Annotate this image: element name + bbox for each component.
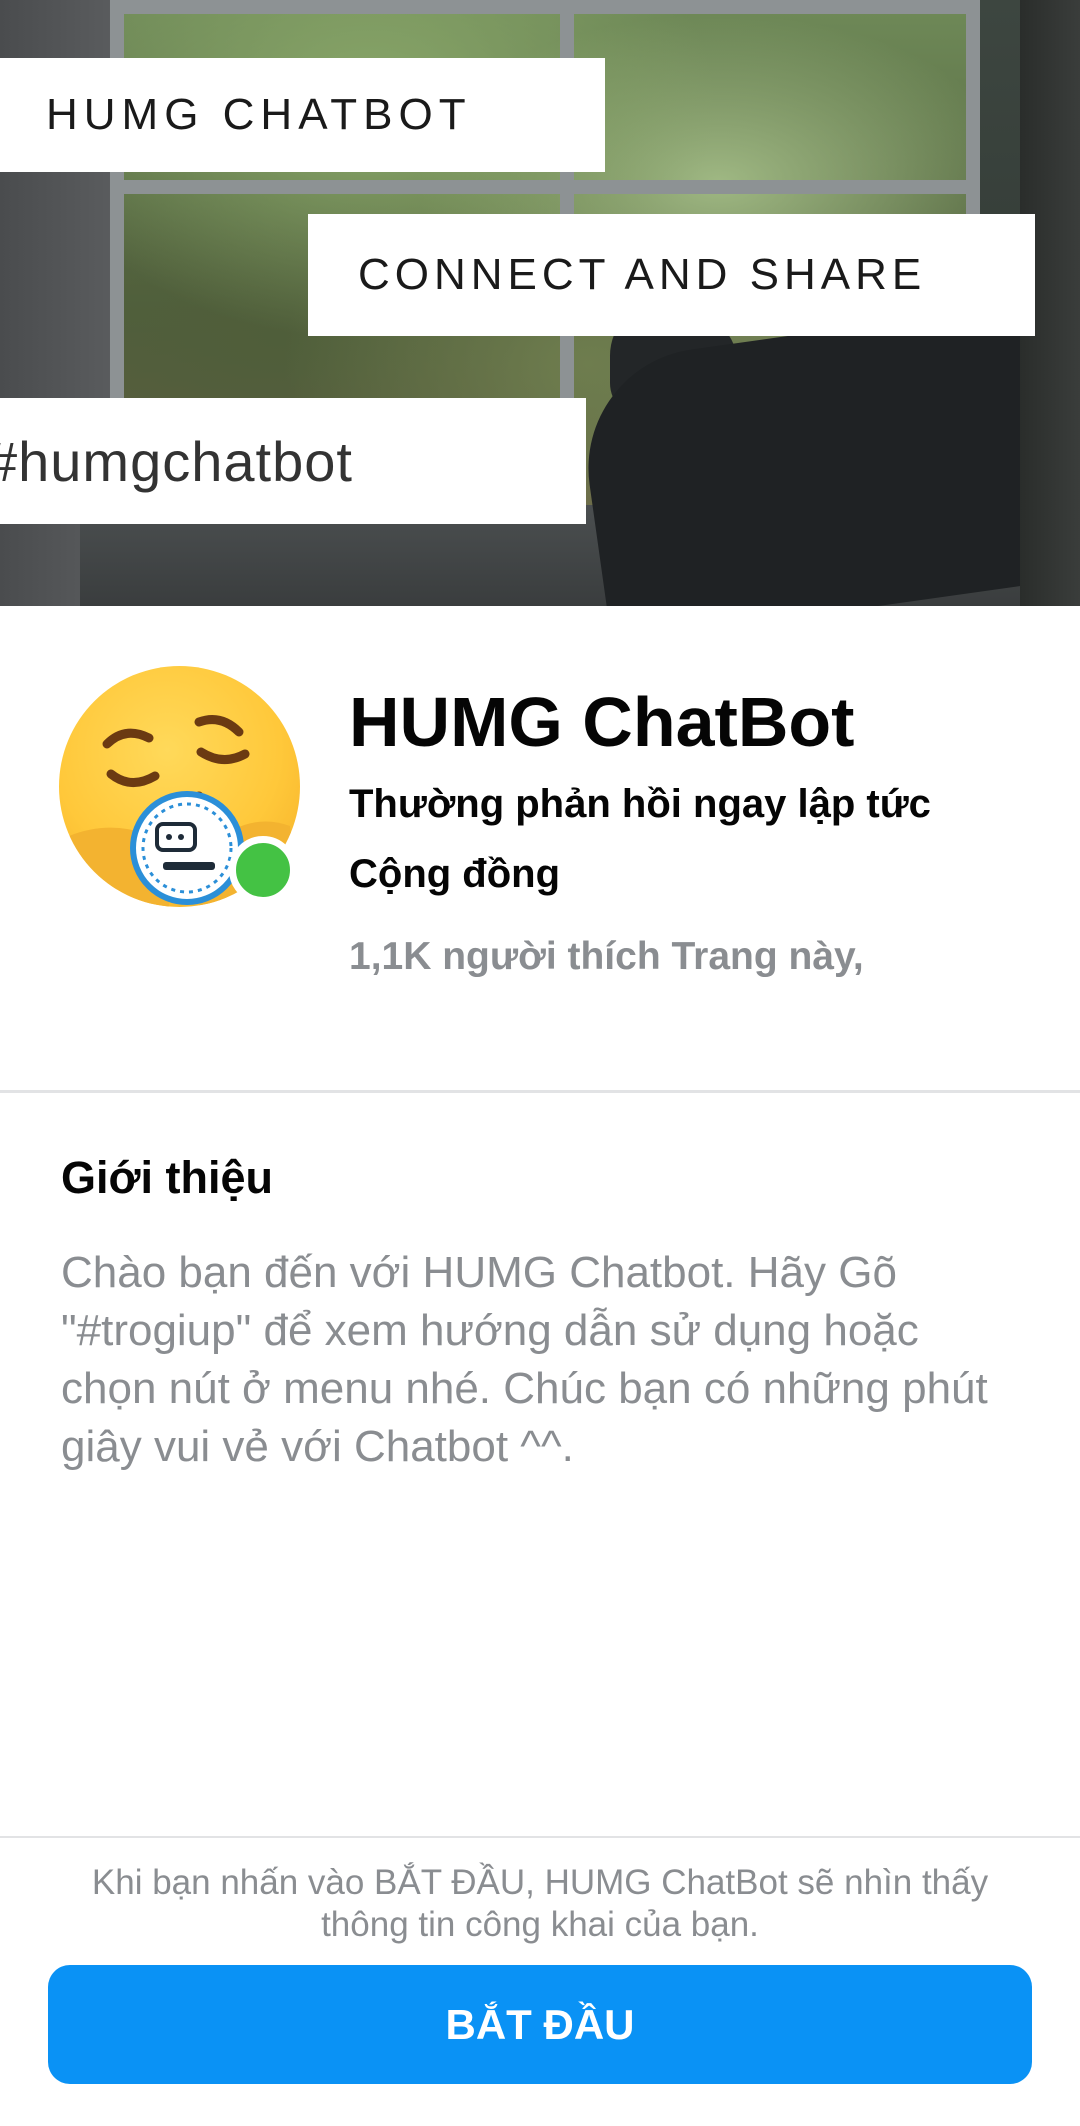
about-heading: Giới thiệu <box>61 1152 273 1203</box>
cover-title-text: HUMG CHATBOT <box>46 90 472 139</box>
privacy-note: Khi bạn nhấn vào BẮT ĐẦU, HUMG ChatBot s… <box>91 1863 989 1944</box>
page-likes: 1,1K người thích Trang này, <box>349 935 864 978</box>
window-frame <box>110 0 980 14</box>
footer-divider <box>0 1836 1080 1838</box>
response-time: Thường phản hồi ngay lập tức <box>349 782 931 826</box>
cover-tagline-banner: CONNECT AND SHARE <box>308 214 1035 336</box>
about-text: Chào bạn đến với HUMG Chatbot. Hãy Gõ "#… <box>61 1248 988 1471</box>
window-frame <box>110 180 980 194</box>
cover-hashtag-banner: #humgchatbot <box>0 398 586 524</box>
page-category: Cộng đồng <box>349 852 561 896</box>
online-status-dot <box>229 836 297 904</box>
cover-title-banner: HUMG CHATBOT <box>0 58 605 172</box>
start-button-label: BẮT ĐẦU <box>445 2000 635 2048</box>
start-button[interactable]: BẮT ĐẦU <box>48 1965 1032 2084</box>
section-divider <box>0 1090 1080 1093</box>
cover-tagline-text: CONNECT AND SHARE <box>358 250 927 299</box>
cover-photo: HUMG CHATBOT CONNECT AND SHARE #humgchat… <box>0 0 1080 606</box>
avatar[interactable] <box>59 666 300 907</box>
page-name: HUMG ChatBot <box>349 683 855 761</box>
cover-hashtag-text: #humgchatbot <box>0 429 353 493</box>
